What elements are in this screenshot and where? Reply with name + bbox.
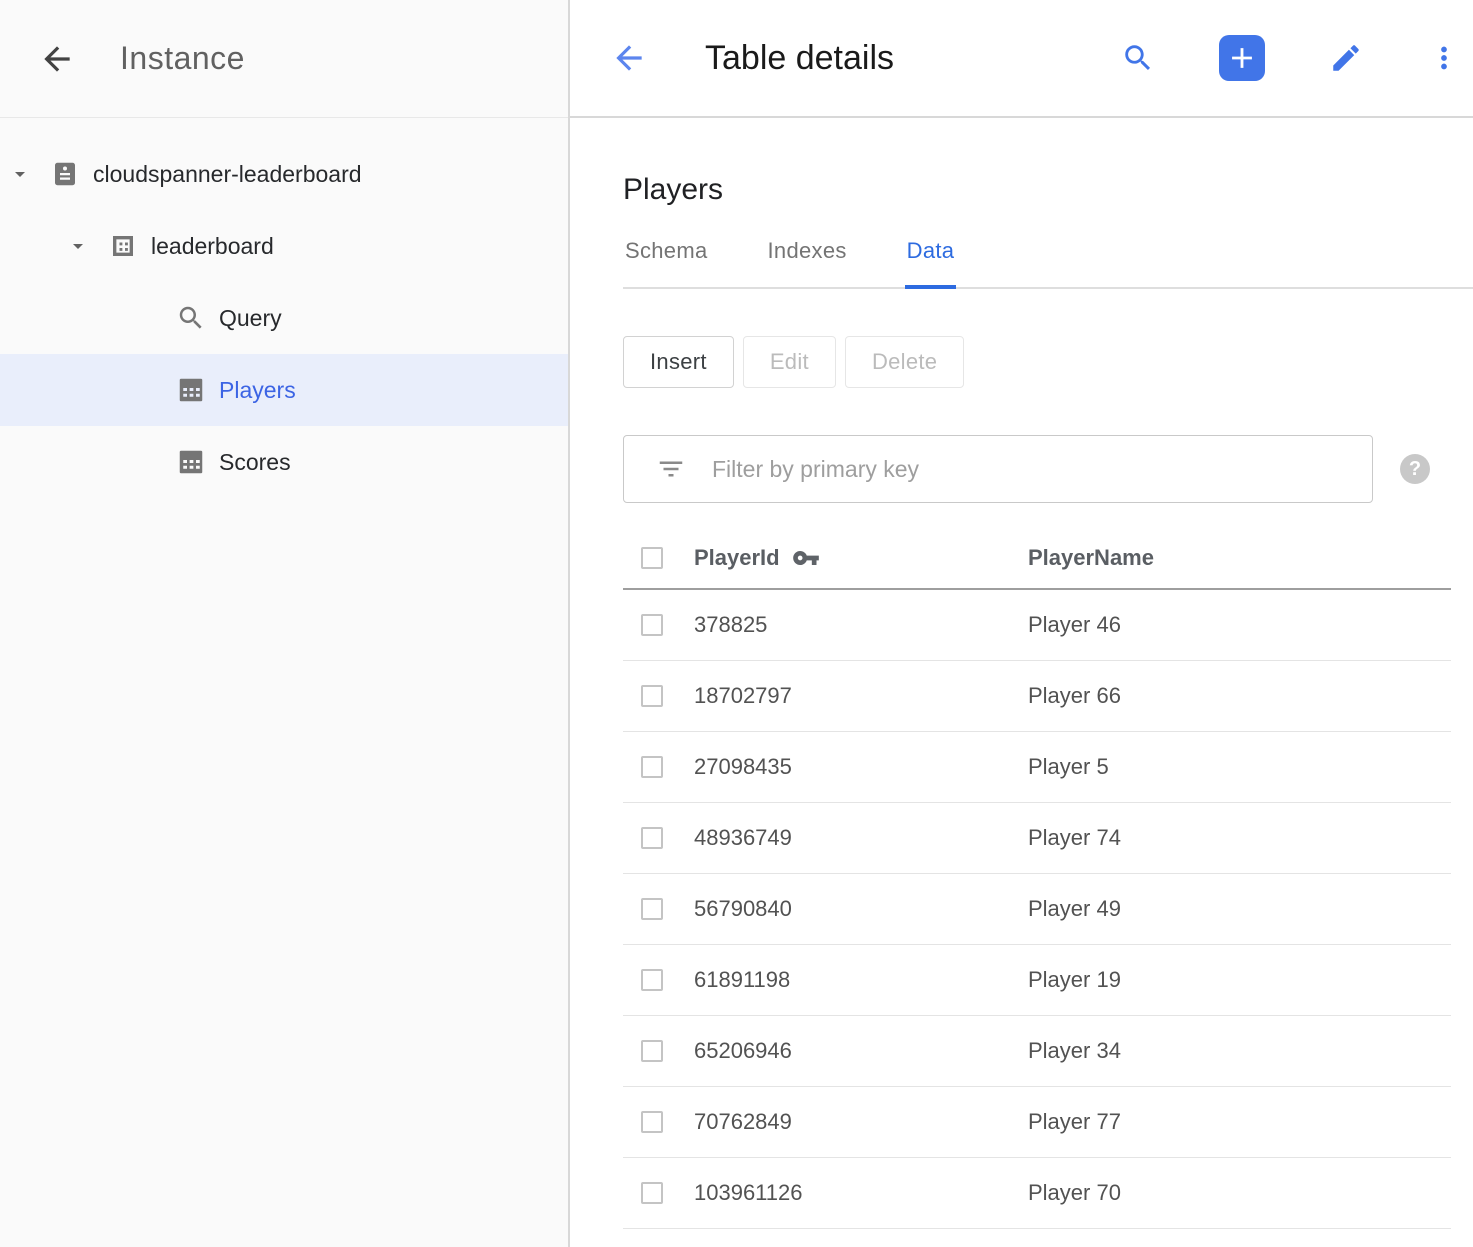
row-playerid-cell: 61891198 — [694, 967, 1028, 993]
row-checkbox[interactable] — [641, 1040, 663, 1062]
more-menu-button[interactable] — [1427, 41, 1461, 75]
sidebar-back-button[interactable] — [38, 40, 76, 78]
row-playername-cell: Player 77 — [1028, 1109, 1451, 1135]
row-playerid-cell: 18702797 — [694, 683, 1028, 709]
sidebar-header: Instance — [0, 0, 568, 118]
table-row[interactable]: 27098435 Player 5 — [623, 732, 1451, 803]
row-playername-cell: Player 66 — [1028, 683, 1451, 709]
table-row[interactable]: 56790840 Player 49 — [623, 874, 1451, 945]
row-checkbox[interactable] — [641, 827, 663, 849]
tree-item-scores[interactable]: Scores — [0, 426, 568, 498]
row-playerid-cell: 378825 — [694, 612, 1028, 638]
tree-item-label: cloudspanner-leaderboard — [93, 161, 362, 188]
table-row[interactable]: 48936749 Player 74 — [623, 803, 1451, 874]
table-details-content: Players Schema Indexes Data Insert Edit … — [570, 118, 1473, 1229]
tab-data[interactable]: Data — [905, 238, 957, 287]
tab-schema[interactable]: Schema — [623, 238, 710, 287]
primary-key-icon — [792, 544, 820, 572]
arrow-back-icon — [610, 39, 648, 77]
filter-box — [623, 435, 1373, 503]
tree-item-database[interactable]: leaderboard — [0, 210, 568, 282]
row-playername-cell: Player 49 — [1028, 896, 1451, 922]
search-icon — [176, 303, 206, 333]
tree-item-players[interactable]: Players — [0, 354, 568, 426]
row-playername-cell: Player 19 — [1028, 967, 1451, 993]
main-header: Table details — [570, 0, 1473, 118]
table-row[interactable]: 378825 Player 46 — [623, 590, 1451, 661]
search-icon — [1121, 41, 1155, 75]
instance-database-icon — [50, 159, 80, 189]
edit-button[interactable] — [1329, 41, 1363, 75]
column-header-playername: PlayerName — [1028, 545, 1451, 571]
edit-pencil-icon — [1329, 41, 1363, 75]
main-panel: Table details Players Schema — [570, 0, 1473, 1247]
add-button[interactable] — [1219, 35, 1265, 81]
table-icon — [176, 375, 206, 405]
search-button[interactable] — [1121, 41, 1155, 75]
row-playername-cell: Player 5 — [1028, 754, 1451, 780]
row-playername-cell: Player 70 — [1028, 1180, 1451, 1206]
sidebar-title: Instance — [120, 40, 245, 77]
row-playerid-cell: 48936749 — [694, 825, 1028, 851]
select-all-checkbox[interactable] — [641, 547, 663, 569]
table-icon — [176, 447, 206, 477]
page-header-title: Table details — [705, 39, 894, 78]
row-checkbox[interactable] — [641, 969, 663, 991]
table-row[interactable]: 103961126 Player 70 — [623, 1158, 1451, 1229]
tree-item-label: Query — [219, 305, 282, 332]
row-checkbox[interactable] — [641, 756, 663, 778]
tree-item-label: Scores — [219, 449, 291, 476]
table-row[interactable]: 65206946 Player 34 — [623, 1016, 1451, 1087]
row-playerid-cell: 65206946 — [694, 1038, 1028, 1064]
tree-item-label: leaderboard — [151, 233, 274, 260]
table-row[interactable]: 70762849 Player 77 — [623, 1087, 1451, 1158]
chevron-down-icon[interactable] — [66, 234, 90, 258]
data-table: PlayerId PlayerName 378825 Player 46 187… — [623, 528, 1451, 1229]
insert-button[interactable]: Insert — [623, 336, 734, 388]
tree-item-instance[interactable]: cloudspanner-leaderboard — [0, 138, 568, 210]
table-title: Players — [623, 170, 1473, 210]
plus-icon — [1225, 41, 1259, 75]
row-playername-cell: Player 34 — [1028, 1038, 1451, 1064]
arrow-back-icon — [38, 40, 76, 78]
explorer-tree: cloudspanner-leaderboard leaderboard Que… — [0, 118, 568, 498]
table-body: 378825 Player 46 18702797 Player 66 2709… — [623, 590, 1451, 1229]
row-playerid-cell: 56790840 — [694, 896, 1028, 922]
edit-row-button[interactable]: Edit — [743, 336, 836, 388]
header-actions — [1121, 35, 1461, 81]
sidebar: Instance cloudspanner-leaderboard l — [0, 0, 570, 1247]
app-window: Instance cloudspanner-leaderboard l — [0, 0, 1473, 1247]
tree-item-label: Players — [219, 377, 296, 404]
row-playername-cell: Player 46 — [1028, 612, 1451, 638]
column-header-playerid: PlayerId — [694, 544, 1028, 572]
database-grid-icon — [108, 231, 138, 261]
row-actions-toolbar: Insert Edit Delete — [623, 336, 1473, 388]
row-playername-cell: Player 74 — [1028, 825, 1451, 851]
table-row[interactable]: 18702797 Player 66 — [623, 661, 1451, 732]
row-checkbox[interactable] — [641, 898, 663, 920]
chevron-down-icon[interactable] — [8, 162, 32, 186]
row-playerid-cell: 103961126 — [694, 1180, 1028, 1206]
row-checkbox[interactable] — [641, 1111, 663, 1133]
tab-indexes[interactable]: Indexes — [766, 238, 849, 287]
delete-row-button[interactable]: Delete — [845, 336, 964, 388]
column-header-label: PlayerId — [694, 545, 780, 571]
header-back-button[interactable] — [610, 39, 648, 77]
help-icon[interactable]: ? — [1400, 454, 1430, 484]
filter-row: ? — [623, 435, 1473, 503]
row-playerid-cell: 70762849 — [694, 1109, 1028, 1135]
table-row[interactable]: 61891198 Player 19 — [623, 945, 1451, 1016]
more-vert-icon — [1427, 41, 1461, 75]
filter-icon — [656, 454, 686, 484]
row-checkbox[interactable] — [641, 614, 663, 636]
table-header-row: PlayerId PlayerName — [623, 528, 1451, 590]
row-checkbox[interactable] — [641, 1182, 663, 1204]
tree-item-query[interactable]: Query — [0, 282, 568, 354]
row-checkbox[interactable] — [641, 685, 663, 707]
filter-input[interactable] — [712, 456, 1352, 483]
row-playerid-cell: 27098435 — [694, 754, 1028, 780]
tab-bar: Schema Indexes Data — [623, 238, 1473, 289]
